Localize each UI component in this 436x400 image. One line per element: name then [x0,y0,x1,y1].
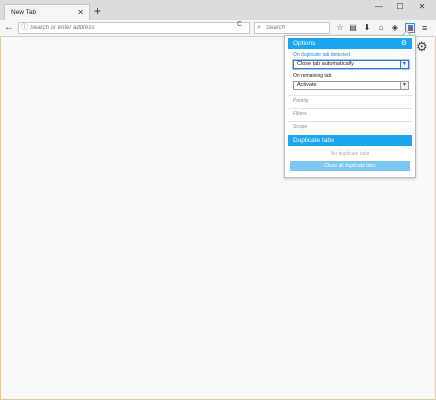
url-input[interactable] [30,23,230,33]
on-duplicate-select[interactable]: Close tab automatically ▼ [293,60,409,69]
chevron-down-icon: ▼ [400,82,408,89]
section-scope[interactable]: Scope [288,121,412,133]
on-remaining-select[interactable]: Activate ▼ [293,81,409,90]
on-duplicate-value: Close tab automatically [297,61,354,67]
duplicate-tabs-title: Duplicate tabs [293,137,335,144]
minimize-button[interactable]: — [370,1,388,13]
search-input[interactable] [266,23,326,33]
duplicate-tabs-popup: Options ⚙ On duplicate tab detected Clos… [284,35,416,178]
hamburger-menu-icon[interactable]: ≡ [422,20,427,36]
on-duplicate-label: On duplicate tab detected [293,52,350,58]
section-filters[interactable]: Filters [288,108,412,120]
home-icon[interactable]: ⌂ [375,20,387,36]
tab-title: New Tab [11,9,37,16]
on-remaining-value: Activate [297,82,317,88]
options-title: Options [293,40,316,47]
tab-strip: New Tab ✕ + — ☐ ✕ [0,0,436,20]
close-window-button[interactable]: ✕ [413,1,431,13]
section-priority[interactable]: Priority [288,95,412,107]
download-icon[interactable]: ⬇ [361,20,373,36]
settings-gear-icon[interactable]: ⚙ [401,38,407,49]
duplicate-tabs-header: Duplicate tabs [288,135,412,146]
url-bar[interactable]: ⓘ [18,22,250,34]
search-icon: ⌕ [257,24,261,31]
maximize-button[interactable]: ☐ [391,1,409,13]
library-icon[interactable]: ▤ [347,20,359,36]
info-icon: ⓘ [21,24,28,31]
new-tab-button[interactable]: + [94,4,101,18]
bookmark-star-icon[interactable]: ☆ [334,20,346,36]
no-duplicates-text: No duplicate tabs [330,151,370,157]
tab-new-tab[interactable]: New Tab ✕ [4,4,90,20]
back-arrow-icon[interactable]: ← [4,20,14,36]
pocket-icon[interactable]: ◈ [389,20,401,36]
reload-icon[interactable]: C [237,20,242,30]
on-remaining-label: On remaining tab [293,73,332,79]
close-tab-icon[interactable]: ✕ [77,5,84,20]
gear-icon[interactable]: ⚙ [416,40,428,54]
close-all-duplicates-button[interactable]: Close all duplicate tabs [290,161,410,171]
options-header: Options ⚙ [288,38,412,49]
chevron-down-icon: ▼ [400,61,408,68]
search-bar[interactable]: ⌕ [254,22,330,34]
